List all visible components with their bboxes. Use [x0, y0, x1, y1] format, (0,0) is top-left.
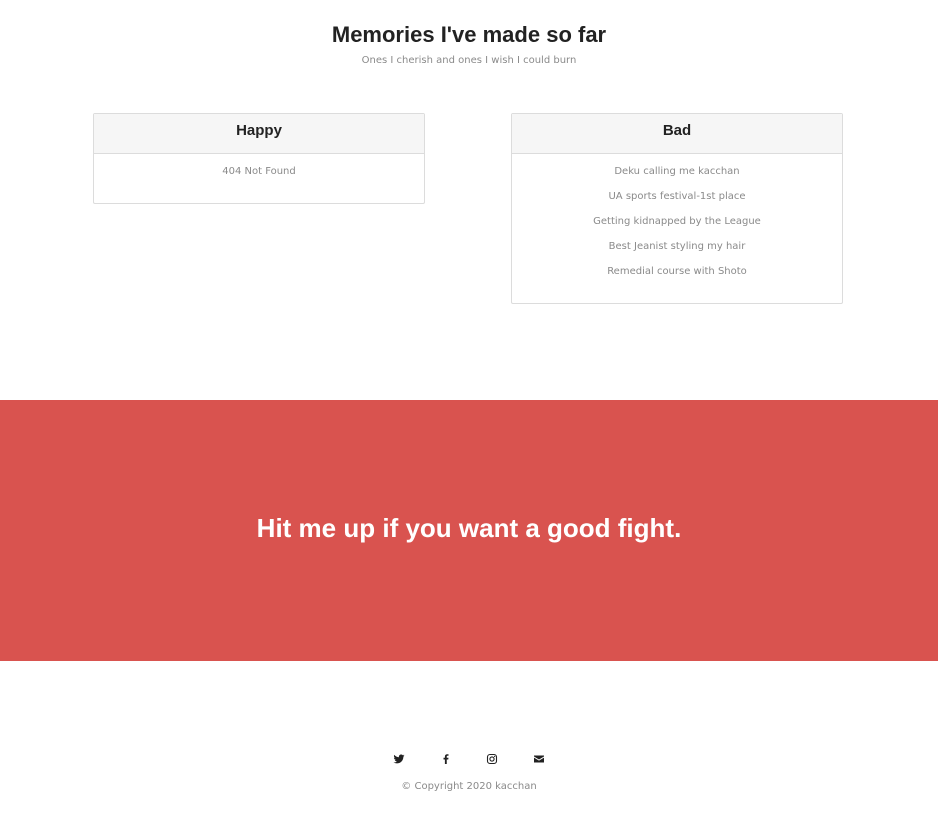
copyright-text: © Copyright 2020 kacchan — [401, 781, 537, 792]
list-item: UA sports festival-1st place — [608, 191, 746, 202]
instagram-icon — [487, 753, 498, 764]
envelope-icon — [533, 755, 544, 763]
happy-card: Happy 404 Not Found — [93, 113, 425, 204]
twitter-link[interactable] — [393, 753, 405, 765]
list-item: Remedial course with Shoto — [607, 266, 747, 277]
twitter-icon — [393, 754, 405, 764]
memories-subtitle: Ones I cherish and ones I wish I could b… — [361, 55, 577, 66]
happy-card-body: 404 Not Found — [94, 154, 424, 179]
happy-card-header: Happy — [94, 114, 424, 154]
list-item: 404 Not Found — [222, 166, 296, 177]
instagram-link[interactable] — [486, 753, 498, 765]
facebook-link[interactable] — [440, 753, 452, 765]
memories-title: Memories I've made so far — [331, 22, 607, 47]
bad-card-body: Deku calling me kacchan UA sports festiv… — [512, 154, 842, 279]
list-item: Best Jeanist styling my hair — [608, 241, 746, 252]
banner-text: Hit me up if you want a good fight. — [256, 513, 682, 543]
list-item: Deku calling me kacchan — [614, 166, 740, 177]
contact-banner: Hit me up if you want a good fight. — [0, 400, 938, 661]
facebook-icon — [443, 753, 449, 764]
email-link[interactable] — [533, 753, 545, 765]
list-item: Getting kidnapped by the League — [593, 216, 761, 227]
bad-card-header: Bad — [512, 114, 842, 154]
bad-card: Bad Deku calling me kacchan UA sports fe… — [511, 113, 843, 304]
page: Memories I've made so far Ones I cherish… — [0, 0, 938, 817]
social-links — [0, 750, 938, 766]
